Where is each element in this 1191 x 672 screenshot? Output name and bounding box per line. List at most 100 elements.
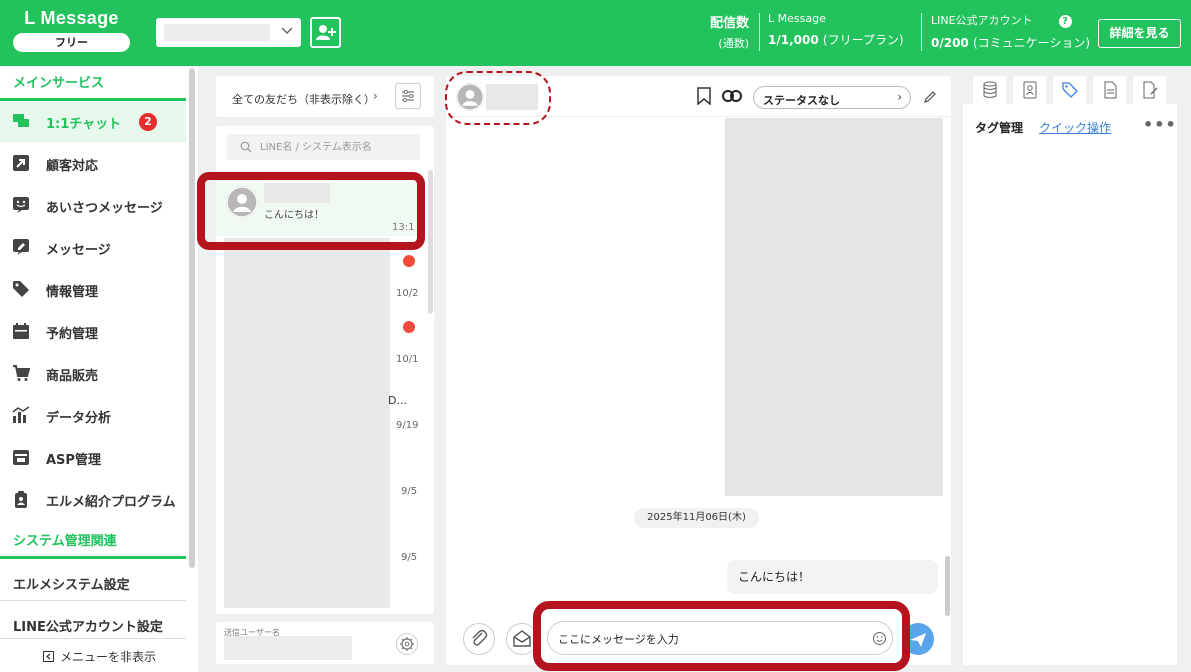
friend-list-redacted bbox=[224, 238, 390, 608]
sidebar: メインサービス 1:1チャット 2 顧客対応 あいさつメッセージ メッセージ 情… bbox=[0, 66, 198, 672]
sidebar-item-greeting[interactable]: あいさつメッセージ bbox=[0, 186, 186, 226]
emoji-icon[interactable] bbox=[872, 631, 887, 646]
friend-last-time: 13:1 bbox=[392, 222, 415, 233]
attach-button[interactable] bbox=[463, 623, 495, 655]
sidebar-item-label: 商品販売 bbox=[46, 369, 99, 384]
send-icon bbox=[910, 633, 926, 647]
smile-message-icon bbox=[13, 197, 29, 213]
lmessage-usage: L Message 1/1,000 (フリープラン) bbox=[768, 12, 904, 48]
sidebar-item-asp[interactable]: ASP管理 bbox=[0, 438, 186, 478]
sidebar-item-message[interactable]: メッセージ bbox=[0, 228, 186, 268]
list-item-date: 9/19 bbox=[396, 420, 419, 431]
paperclip-icon bbox=[472, 629, 488, 646]
unread-badge: 2 bbox=[139, 113, 157, 131]
bar-chart-icon bbox=[12, 406, 30, 423]
badge-icon bbox=[15, 491, 27, 508]
right-panel-tabs bbox=[963, 76, 1177, 104]
hide-menu-button[interactable]: メニューを非表示 bbox=[43, 648, 156, 665]
top-header: L Message フリー 配信数 (通数) L Message 1/1,000… bbox=[0, 0, 1191, 66]
sidebar-item-label: データ分析 bbox=[46, 411, 112, 426]
envelope-open-icon bbox=[513, 630, 531, 647]
section-system: システム管理関連 bbox=[13, 534, 117, 549]
sliders-icon bbox=[402, 89, 414, 103]
line-account-usage-label: LINE公式アカウント bbox=[931, 14, 1033, 27]
status-select[interactable]: ステータスなし › bbox=[753, 86, 911, 109]
message-input-box[interactable] bbox=[547, 621, 893, 655]
chat-scrollbar[interactable] bbox=[945, 556, 950, 616]
sidebar-item-chat[interactable]: 1:1チャット 2 bbox=[0, 102, 186, 142]
help-icon[interactable]: ? bbox=[1058, 15, 1072, 28]
tag-management-title: タグ管理 bbox=[975, 121, 1024, 135]
right-panel: タグ管理 クイック操作 ••• bbox=[963, 104, 1177, 665]
list-item-date: 9/5 bbox=[401, 486, 418, 497]
sidebar-link-lme-system[interactable]: エルメシステム設定 bbox=[13, 574, 130, 593]
avatar bbox=[456, 83, 484, 111]
sidebar-item-label: メッセージ bbox=[46, 243, 111, 258]
tab-tags[interactable] bbox=[1053, 76, 1086, 104]
contact-card-icon bbox=[1023, 81, 1037, 99]
friend-list: こんにちは！ 13:1 10/2 10/1 D... 9/19 9/5 9/5 bbox=[216, 126, 434, 614]
tab-contact[interactable] bbox=[1013, 76, 1046, 104]
sidebar-link-line-account[interactable]: LINE公式アカウント設定 bbox=[13, 616, 163, 635]
quick-action-link[interactable]: クイック操作 bbox=[1039, 119, 1111, 136]
filter-settings-button[interactable] bbox=[395, 83, 421, 109]
document-icon bbox=[1104, 81, 1117, 99]
link-icon[interactable] bbox=[722, 89, 742, 103]
status-label: ステータスなし bbox=[763, 94, 840, 107]
sidebar-scrollbar[interactable] bbox=[189, 68, 195, 568]
chat-contact-name-redacted bbox=[486, 84, 538, 110]
sidebar-item-reservation[interactable]: 予約管理 bbox=[0, 312, 186, 352]
delivery-count-label: 配信数 bbox=[709, 16, 749, 31]
message-bubble: こんにちは！ bbox=[727, 560, 938, 594]
friend-filter-label: 全ての友だち（非表示除く） bbox=[232, 93, 375, 106]
calendar-icon bbox=[13, 323, 29, 339]
unread-dot bbox=[403, 321, 415, 333]
sender-name-box: 送信ユーザー名 bbox=[216, 622, 434, 664]
brand[interactable]: L Message フリー bbox=[13, 8, 130, 52]
sidebar-item-label: 顧客対応 bbox=[46, 159, 99, 174]
line-account-usage: LINE公式アカウント? 0/200 (コミュニケーション) bbox=[931, 12, 1090, 51]
gear-icon bbox=[400, 637, 414, 651]
friend-last-message: こんにちは！ bbox=[264, 210, 324, 221]
date-separator: 2025年11月06日(木) bbox=[634, 508, 759, 528]
send-button[interactable] bbox=[902, 623, 934, 655]
line-account-usage-value: 0/200 bbox=[931, 36, 969, 50]
sidebar-item-customer[interactable]: 顧客対応 bbox=[0, 144, 186, 184]
sidebar-item-label: エルメ紹介プログラム bbox=[46, 495, 176, 510]
line-account-usage-plan: (コミュニケーション) bbox=[972, 36, 1091, 50]
template-button[interactable] bbox=[506, 623, 538, 655]
pencil-icon[interactable] bbox=[923, 90, 937, 104]
sender-settings-button[interactable] bbox=[396, 633, 418, 655]
sidebar-item-referral[interactable]: エルメ紹介プログラム bbox=[0, 480, 186, 520]
sidebar-item-label: 予約管理 bbox=[46, 327, 99, 342]
sidebar-item-sales[interactable]: 商品販売 bbox=[0, 354, 186, 394]
list-item-truncated: D... bbox=[388, 394, 407, 407]
chat-panel: ステータスなし › 2025年11月06日(木) こんにちは！ bbox=[446, 76, 951, 665]
tag-icon bbox=[1062, 82, 1078, 98]
account-select[interactable] bbox=[156, 18, 301, 47]
list-item-selected[interactable]: こんにちは！ 13:1 bbox=[216, 182, 424, 236]
avatar bbox=[226, 186, 258, 218]
section-rule bbox=[0, 98, 186, 101]
document-edit-icon bbox=[1143, 81, 1158, 99]
search-input[interactable] bbox=[260, 138, 410, 156]
lmessage-usage-label: L Message bbox=[768, 12, 826, 25]
friend-list-scrollbar[interactable] bbox=[428, 170, 433, 314]
list-item-date: 10/1 bbox=[396, 354, 419, 365]
details-button[interactable]: 詳細を見る bbox=[1098, 19, 1181, 48]
cart-icon bbox=[13, 365, 30, 381]
bookmark-icon[interactable] bbox=[697, 87, 711, 105]
tab-notes[interactable] bbox=[1093, 76, 1126, 104]
sidebar-item-info[interactable]: 情報管理 bbox=[0, 270, 186, 310]
friend-filter[interactable]: 全ての友だち（非表示除く） › bbox=[216, 76, 434, 117]
friend-search[interactable] bbox=[227, 134, 420, 160]
add-user-icon bbox=[316, 25, 336, 40]
tab-database[interactable] bbox=[973, 76, 1006, 104]
more-icon[interactable]: ••• bbox=[1143, 115, 1177, 134]
tab-edit-notes[interactable] bbox=[1133, 76, 1166, 104]
message-input[interactable] bbox=[558, 630, 858, 648]
add-user-button[interactable] bbox=[310, 17, 341, 48]
sender-name-redacted bbox=[224, 636, 352, 660]
sidebar-item-analytics[interactable]: データ分析 bbox=[0, 396, 186, 436]
chat-header: ステータスなし › bbox=[446, 76, 951, 117]
